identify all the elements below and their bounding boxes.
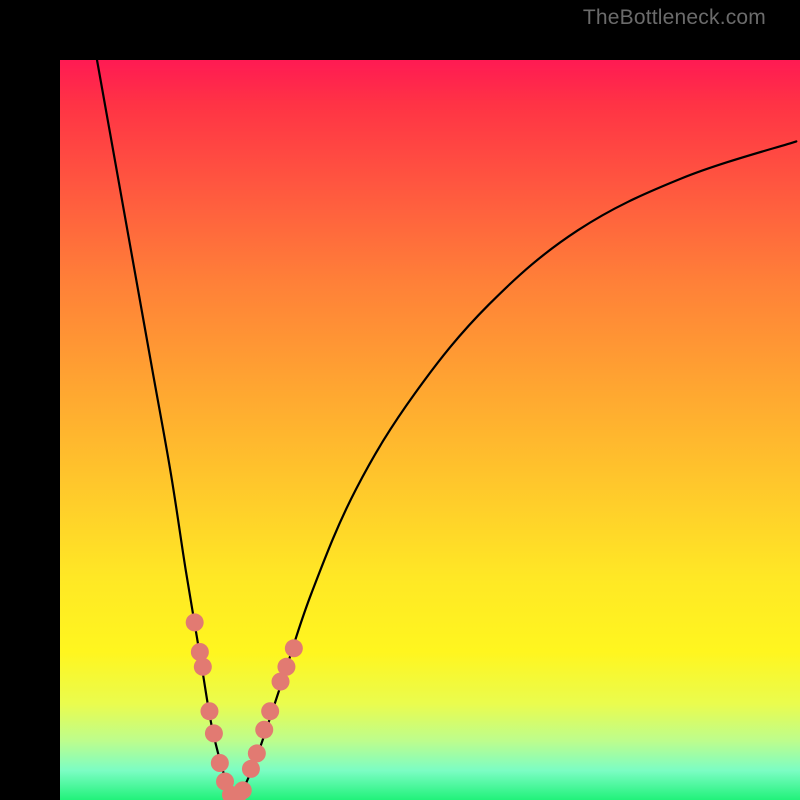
marker-dot bbox=[234, 781, 252, 799]
left-curve bbox=[97, 60, 234, 800]
marker-dot bbox=[211, 754, 229, 772]
marker-dot bbox=[255, 721, 273, 739]
marker-dot bbox=[285, 639, 303, 657]
marker-dot bbox=[261, 702, 279, 720]
marker-dot bbox=[242, 760, 260, 778]
marker-dot bbox=[200, 702, 218, 720]
chart-svg bbox=[60, 60, 800, 800]
marker-dot bbox=[186, 613, 204, 631]
chart-frame bbox=[0, 0, 800, 800]
marker-dot bbox=[248, 744, 266, 762]
marker-dots-group bbox=[186, 613, 303, 800]
marker-dot bbox=[191, 643, 209, 661]
marker-dot bbox=[194, 658, 212, 676]
right-curve bbox=[234, 141, 796, 800]
marker-dot bbox=[277, 658, 295, 676]
plot-area bbox=[60, 60, 800, 800]
marker-dot bbox=[205, 724, 223, 742]
